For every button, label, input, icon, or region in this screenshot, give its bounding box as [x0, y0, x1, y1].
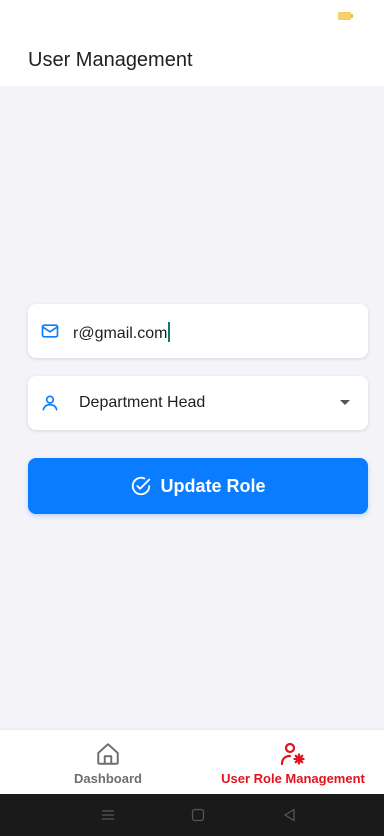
user-gear-icon: [280, 742, 305, 766]
role-selected-value: Department Head: [79, 394, 206, 411]
system-nav-bar: [0, 794, 384, 836]
menu-icon[interactable]: [100, 807, 116, 823]
email-field[interactable]: r@gmail.com: [28, 304, 368, 358]
mail-icon: [41, 324, 59, 338]
nav-item-dashboard[interactable]: Dashboard: [48, 730, 168, 794]
nav-label-user-role-management: User Role Management: [221, 771, 365, 786]
text-cursor: [168, 322, 171, 342]
app-bar: User Management: [0, 36, 384, 86]
user-icon: [42, 395, 58, 411]
battery-icon: [338, 12, 353, 20]
bottom-nav: Dashboard User Role Management: [0, 730, 384, 794]
page-title: User Management: [28, 49, 193, 71]
nav-item-user-role-management[interactable]: User Role Management: [213, 730, 373, 794]
role-dropdown[interactable]: Department Head: [28, 376, 368, 430]
home-square-icon[interactable]: [190, 807, 206, 823]
back-triangle-icon[interactable]: [282, 807, 298, 823]
home-icon: [97, 743, 119, 765]
nav-label-dashboard: Dashboard: [74, 771, 142, 786]
check-circle-icon: [132, 476, 151, 496]
dropdown-arrow-icon[interactable]: [340, 400, 350, 405]
email-input[interactable]: r@gmail.com: [73, 322, 171, 343]
update-role-button[interactable]: Update Role: [28, 458, 368, 514]
status-bar: [0, 0, 384, 36]
update-role-label: Update Role: [160, 475, 266, 496]
